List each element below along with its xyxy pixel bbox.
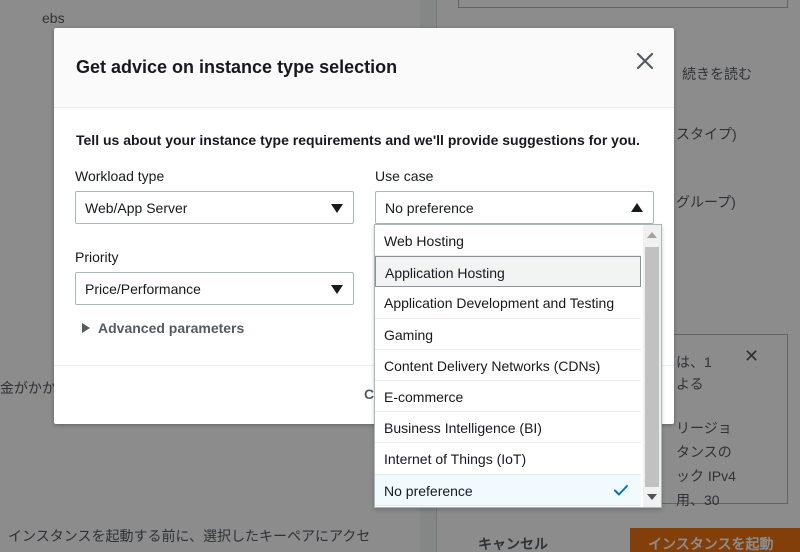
close-icon — [636, 52, 654, 70]
expand-triangle-icon — [82, 323, 90, 333]
background-text: インスタンスを起動する前に、選択したキーペアにアクセ — [8, 528, 371, 544]
use-case-option[interactable]: Application Hosting — [375, 256, 641, 288]
background-text: ック IPv4 — [676, 468, 736, 484]
scroll-up-arrow-icon[interactable] — [647, 232, 657, 238]
use-case-option-label: No preference — [384, 482, 473, 499]
background-text: 続きを読む — [682, 66, 752, 82]
caret-down-icon — [331, 204, 343, 213]
priority-value: Price/Performance — [85, 281, 201, 297]
scrollbar-thumb[interactable] — [645, 247, 659, 487]
use-case-option[interactable]: Business Intelligence (BI) — [375, 412, 641, 444]
background-text: 用、30 — [676, 492, 720, 508]
priority-label: Priority — [75, 249, 119, 265]
background-text: グループ) — [676, 194, 736, 210]
background-text: タンスの — [676, 444, 732, 460]
modal-header: Get advice on instance type selection — [54, 28, 674, 108]
use-case-option[interactable]: Internet of Things (IoT) — [375, 443, 641, 475]
use-case-option[interactable]: Content Delivery Networks (CDNs) — [375, 350, 641, 381]
background-launch-button: インスタンスを起動 — [630, 528, 800, 552]
background-cancel-button: キャンセル — [478, 536, 548, 552]
scroll-down-arrow-icon[interactable] — [647, 494, 657, 500]
use-case-options: Web Hosting Application Hosting Applicat… — [375, 225, 641, 506]
close-button[interactable] — [632, 48, 658, 74]
background-text: よる — [676, 376, 704, 392]
background-text: は、1 — [676, 354, 712, 370]
modal-description: Tell us about your instance type require… — [76, 132, 640, 148]
workload-type-value: Web/App Server — [85, 200, 188, 216]
background-text: ebs — [42, 10, 65, 26]
caret-down-icon — [331, 285, 343, 294]
use-case-option[interactable]: Application Development and Testing — [375, 287, 641, 319]
background-box — [458, 0, 788, 8]
workload-type-label: Workload type — [75, 168, 165, 184]
advanced-parameters-label: Advanced parameters — [98, 320, 245, 336]
dropdown-scrollbar[interactable] — [643, 225, 661, 507]
use-case-dropdown: Web Hosting Application Hosting Applicat… — [374, 224, 662, 508]
priority-select[interactable]: Price/Performance — [75, 272, 354, 305]
use-case-option[interactable]: Web Hosting — [375, 225, 641, 257]
use-case-label: Use case — [375, 168, 434, 184]
use-case-option[interactable]: Gaming — [375, 319, 641, 350]
background-text: 金がかか — [0, 380, 56, 396]
background-close-icon: ✕ — [744, 346, 760, 366]
background-text: スタイプ) — [676, 126, 737, 142]
workload-type-select[interactable]: Web/App Server — [75, 191, 354, 224]
use-case-value: No preference — [385, 200, 474, 216]
modal-title: Get advice on instance type selection — [76, 57, 398, 77]
use-case-select[interactable]: No preference — [375, 191, 654, 224]
background-text: リージョ — [676, 420, 732, 436]
use-case-option-selected[interactable]: No preference — [375, 474, 641, 506]
advanced-parameters-toggle[interactable]: Advanced parameters — [82, 320, 244, 336]
cancel-button[interactable]: C — [364, 386, 374, 402]
use-case-option[interactable]: E-commerce — [375, 381, 641, 413]
caret-up-icon — [631, 203, 643, 212]
checkmark-icon — [614, 484, 628, 495]
